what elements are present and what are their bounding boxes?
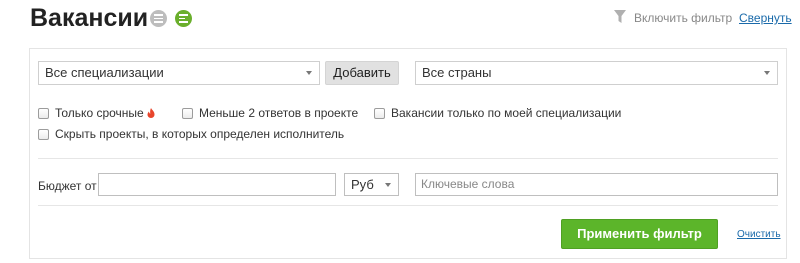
apply-filter-button[interactable]: Применить фильтр [561,219,718,249]
page-title: Вакансии [30,4,149,32]
fire-icon [147,108,155,118]
clear-filter-link[interactable]: Очистить [737,229,781,240]
enable-filter-toggle[interactable]: Включить фильтр [634,11,732,25]
currency-select-value: Руб [351,177,374,192]
my-specialization-checkbox-row[interactable]: Вакансии только по моей специализации [374,106,621,120]
filter-icon [614,10,626,23]
few-responses-checkbox[interactable] [182,107,193,119]
few-responses-checkbox-row[interactable]: Меньше 2 ответов в проекте [182,106,358,120]
hide-assigned-checkbox-row[interactable]: Скрыть проекты, в которых определен испо… [38,127,344,141]
budget-input[interactable] [98,173,336,196]
specialization-select-value: Все специализации [45,65,164,80]
chevron-down-icon [385,183,391,187]
budget-label: Бюджет от [38,179,97,193]
urgent-only-label: Только срочные [55,106,144,120]
country-select-value: Все страны [422,65,492,80]
collapse-link[interactable]: Свернуть [739,11,792,25]
section-divider [38,205,778,206]
chevron-down-icon [306,71,312,75]
country-select[interactable]: Все страны [415,61,778,85]
chevron-down-icon [764,71,770,75]
urgent-only-checkbox-row[interactable]: Только срочные [38,106,155,120]
section-divider [38,158,778,159]
specialization-select[interactable]: Все специализации [38,61,320,85]
list-view-icon[interactable] [150,10,167,27]
my-specialization-checkbox[interactable] [374,107,385,119]
hide-assigned-checkbox[interactable] [38,128,49,140]
few-responses-label: Меньше 2 ответов в проекте [199,106,359,120]
keywords-input[interactable]: Ключевые слова [415,173,778,196]
hide-assigned-label: Скрыть проекты, в которых определен испо… [55,127,345,141]
add-specialization-button[interactable]: Добавить [325,61,399,85]
my-specialization-label: Вакансии только по моей специализации [391,106,622,120]
keywords-placeholder: Ключевые слова [421,177,515,191]
urgent-only-checkbox[interactable] [38,107,49,119]
currency-select[interactable]: Руб [344,173,399,196]
text-view-icon[interactable] [175,10,192,27]
